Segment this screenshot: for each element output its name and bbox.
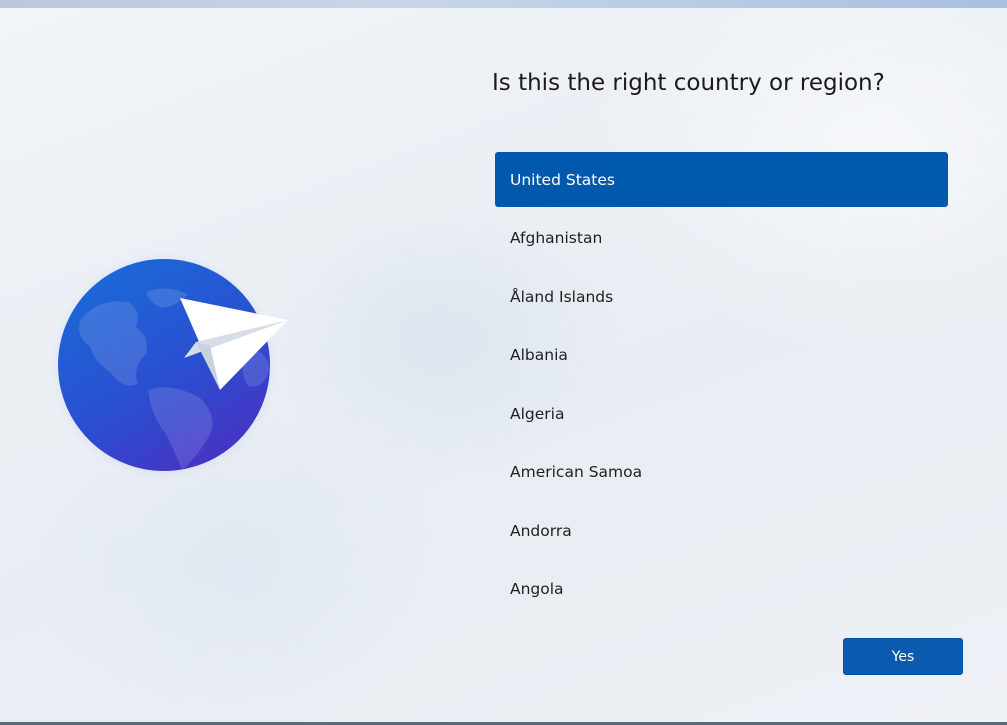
globe-paper-plane-icon: [50, 250, 310, 490]
country-item-afghanistan[interactable]: Afghanistan: [495, 211, 948, 266]
window-top-bar: [0, 0, 1007, 8]
country-list[interactable]: United States Afghanistan Åland Islands …: [495, 152, 948, 620]
page-title: Is this the right country or region?: [492, 70, 885, 96]
country-item-united-states[interactable]: United States: [495, 152, 948, 207]
yes-button[interactable]: Yes: [843, 638, 963, 675]
country-item-algeria[interactable]: Algeria: [495, 386, 948, 441]
country-item-angola[interactable]: Angola: [495, 562, 948, 617]
country-item-albania[interactable]: Albania: [495, 328, 948, 383]
country-item-american-samoa[interactable]: American Samoa: [495, 445, 948, 500]
globe-paper-plane-illustration: [50, 251, 288, 479]
country-item-andorra[interactable]: Andorra: [495, 503, 948, 558]
country-item-aland-islands[interactable]: Åland Islands: [495, 269, 948, 324]
